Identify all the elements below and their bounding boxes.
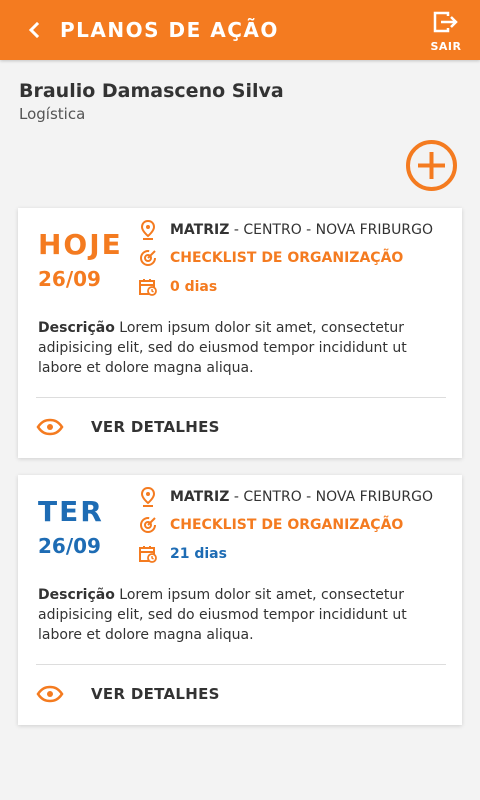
calendar-clock-icon <box>138 277 158 297</box>
days-count: 21 dias <box>170 546 227 562</box>
user-department: Logística <box>19 105 86 123</box>
location-row: MATRIZ - CENTRO - NOVA FRIBURGO <box>138 219 433 241</box>
card-day: TER <box>38 495 104 528</box>
user-name: Braulio Damasceno Silva <box>19 80 284 102</box>
location-detail: - CENTRO - NOVA FRIBURGO <box>229 222 433 238</box>
divider <box>36 664 446 665</box>
card-date: 26/09 <box>38 267 101 291</box>
view-details-label: VER DETALHES <box>91 418 220 436</box>
chevron-left-icon <box>28 22 40 38</box>
plus-circle-icon <box>406 140 457 191</box>
location-name: MATRIZ <box>170 222 230 238</box>
description-label: Descrição <box>38 587 115 603</box>
card-description: Descrição Lorem ipsum dolor sit amet, co… <box>38 585 438 645</box>
map-pin-icon <box>138 220 158 240</box>
days-row: 0 dias <box>138 276 217 298</box>
description-label: Descrição <box>38 320 115 336</box>
logout-button[interactable]: SAIR <box>426 10 466 54</box>
divider <box>36 397 446 398</box>
days-row: 21 dias <box>138 543 227 565</box>
action-plan-card: HOJE 26/09 MATRIZ - CENTRO - NOVA FRIBUR… <box>18 208 462 458</box>
card-description: Descrição Lorem ipsum dolor sit amet, co… <box>38 318 438 378</box>
card-day: HOJE <box>38 228 123 261</box>
location-name: MATRIZ <box>170 489 230 505</box>
action-plan-card: TER 26/09 MATRIZ - CENTRO - NOVA FRIBURG… <box>18 475 462 725</box>
view-details-button[interactable]: VER DETALHES <box>36 413 220 441</box>
checklist-row: CHECKLIST DE ORGANIZAÇÃO <box>138 247 403 269</box>
eye-icon <box>36 418 64 436</box>
calendar-clock-icon <box>138 544 158 564</box>
days-count: 0 dias <box>170 279 218 295</box>
view-details-label: VER DETALHES <box>91 685 220 703</box>
map-pin-icon <box>138 487 158 507</box>
logout-icon <box>433 11 458 33</box>
page-title: PLANOS DE AÇÃO <box>60 18 279 42</box>
card-date: 26/09 <box>38 534 101 558</box>
logout-label: SAIR <box>430 40 462 53</box>
target-check-icon <box>138 248 158 268</box>
eye-icon <box>36 685 64 703</box>
back-button[interactable] <box>22 18 46 42</box>
add-plan-button[interactable] <box>405 139 458 192</box>
user-info: Braulio Damasceno Silva Logística <box>19 78 284 124</box>
view-details-button[interactable]: VER DETALHES <box>36 680 220 708</box>
checklist-row: CHECKLIST DE ORGANIZAÇÃO <box>138 514 403 536</box>
target-check-icon <box>138 515 158 535</box>
checklist-name: CHECKLIST DE ORGANIZAÇÃO <box>170 250 404 266</box>
app-bar: PLANOS DE AÇÃO SAIR <box>0 0 480 60</box>
location-detail: - CENTRO - NOVA FRIBURGO <box>229 489 433 505</box>
location-row: MATRIZ - CENTRO - NOVA FRIBURGO <box>138 486 433 508</box>
checklist-name: CHECKLIST DE ORGANIZAÇÃO <box>170 517 404 533</box>
